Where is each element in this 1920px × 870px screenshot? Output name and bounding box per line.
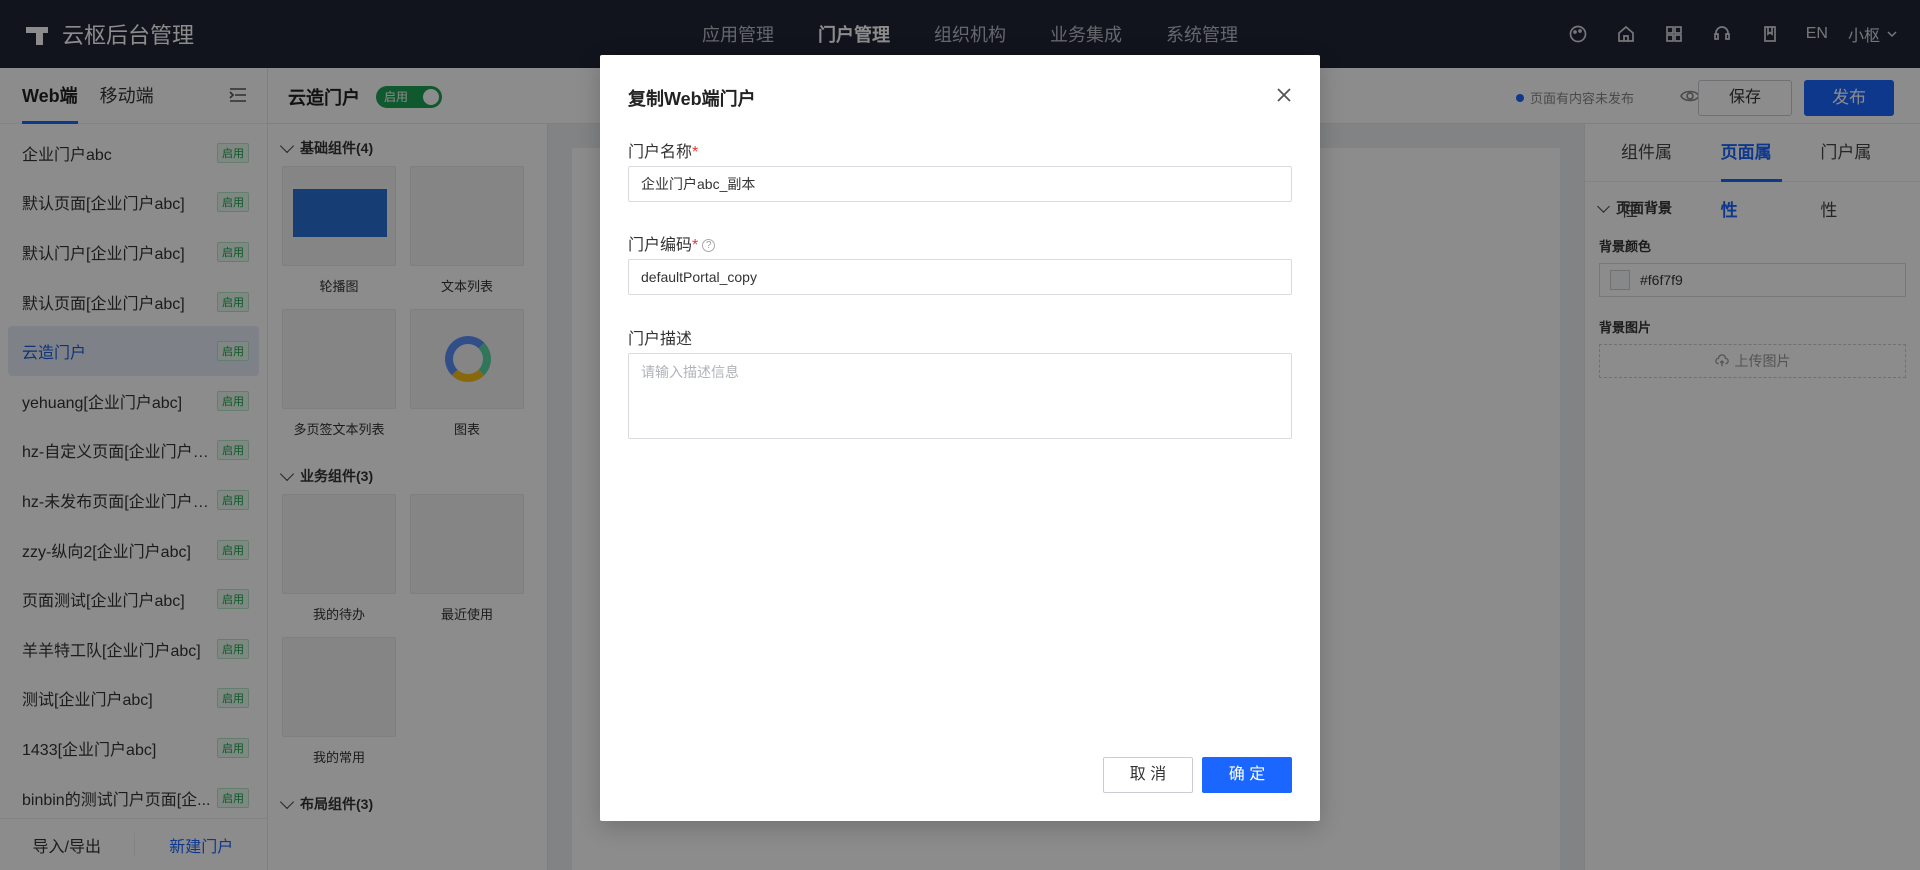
portal-name-input[interactable]: [628, 166, 1292, 202]
close-icon[interactable]: [1276, 87, 1292, 103]
required-mark: *: [692, 144, 699, 161]
portal-desc-textarea[interactable]: [628, 353, 1292, 439]
portal-code-label-text: 门户编码: [628, 237, 693, 254]
required-mark: *: [692, 237, 699, 254]
portal-name-label-text: 门户名称: [628, 144, 693, 161]
help-icon[interactable]: ?: [702, 239, 716, 253]
portal-desc-label: 门户描述: [628, 331, 693, 348]
confirm-button[interactable]: 确 定: [1202, 757, 1292, 793]
copy-portal-dialog: 复制Web端门户 门户名称* 门户编码*? 门户描述 取 消 确 定: [600, 55, 1320, 821]
portal-code-input[interactable]: [628, 259, 1292, 295]
portal-code-label: 门户编码*?: [628, 231, 716, 255]
cancel-button[interactable]: 取 消: [1103, 757, 1193, 793]
portal-name-label: 门户名称*: [628, 138, 698, 162]
dialog-title: 复制Web端门户: [628, 89, 756, 109]
